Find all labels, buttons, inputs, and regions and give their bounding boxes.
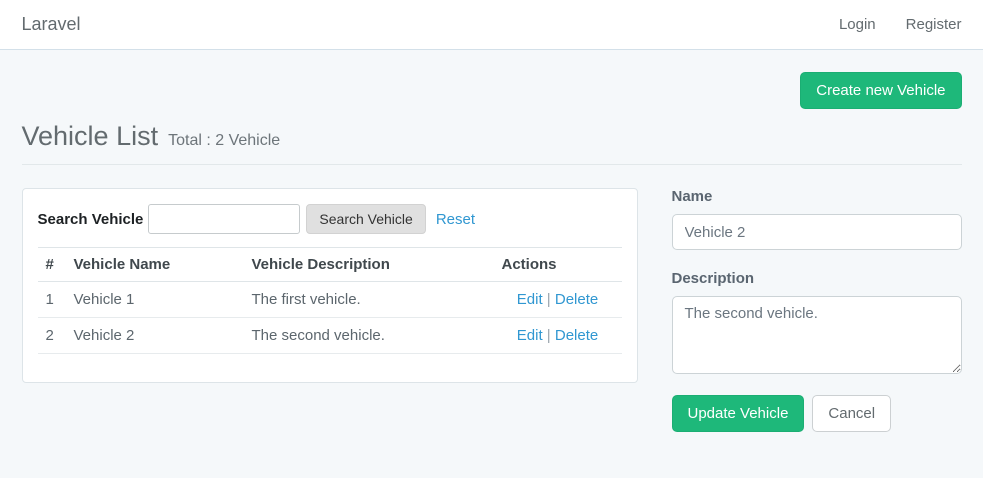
- create-vehicle-button[interactable]: Create new Vehicle: [800, 72, 961, 109]
- search-label: Search Vehicle: [38, 211, 144, 228]
- nav-register-link[interactable]: Register: [906, 16, 962, 33]
- nav-login-link[interactable]: Login: [839, 16, 876, 33]
- header-number: #: [38, 248, 66, 282]
- vehicle-description-cell: The second vehicle.: [244, 318, 494, 354]
- action-separator: |: [547, 327, 551, 344]
- row-number: 2: [38, 318, 66, 354]
- vehicle-table: # Vehicle Name Vehicle Description Actio…: [38, 247, 622, 354]
- page-heading: Vehicle List Total : 2 Vehicle: [22, 121, 962, 152]
- main-content: Create new Vehicle Vehicle List Total : …: [22, 72, 962, 432]
- edit-link[interactable]: Edit: [517, 327, 543, 344]
- heading-divider: [22, 164, 962, 165]
- actions-cell: Edit | Delete: [494, 282, 622, 318]
- delete-link[interactable]: Delete: [555, 327, 598, 344]
- name-field[interactable]: [672, 214, 962, 250]
- table-row: 2 Vehicle 2 The second vehicle. Edit | D…: [38, 318, 622, 354]
- page-title: Vehicle List: [22, 121, 159, 152]
- actions-cell: Edit | Delete: [494, 318, 622, 354]
- search-input[interactable]: [148, 204, 300, 234]
- header-vehicle-description: Vehicle Description: [244, 248, 494, 282]
- header-actions: Actions: [494, 248, 622, 282]
- nav-links: Login Register: [839, 16, 962, 33]
- navbar: Laravel Login Register: [0, 0, 983, 50]
- action-separator: |: [547, 291, 551, 308]
- form-buttons: Update Vehicle Cancel: [672, 395, 962, 432]
- search-form: Search Vehicle Search Vehicle Reset: [38, 204, 622, 234]
- reset-link[interactable]: Reset: [436, 211, 475, 228]
- vehicle-name-cell: Vehicle 1: [66, 282, 244, 318]
- table-row: 1 Vehicle 1 The first vehicle. Edit | De…: [38, 282, 622, 318]
- edit-link[interactable]: Edit: [517, 291, 543, 308]
- delete-link[interactable]: Delete: [555, 291, 598, 308]
- brand-link[interactable]: Laravel: [22, 14, 81, 35]
- header-vehicle-name: Vehicle Name: [66, 248, 244, 282]
- table-header-row: # Vehicle Name Vehicle Description Actio…: [38, 248, 622, 282]
- vehicle-list-panel: Search Vehicle Search Vehicle Reset # Ve…: [22, 188, 638, 383]
- vehicle-description-cell: The first vehicle.: [244, 282, 494, 318]
- row-number: 1: [38, 282, 66, 318]
- description-label: Description: [672, 270, 962, 287]
- search-button[interactable]: Search Vehicle: [306, 204, 425, 234]
- description-field[interactable]: The second vehicle.: [672, 296, 962, 374]
- total-count-text: Total : 2 Vehicle: [168, 132, 280, 150]
- create-button-row: Create new Vehicle: [22, 72, 962, 109]
- vehicle-edit-form: Name Description The second vehicle. Upd…: [672, 188, 962, 432]
- vehicle-name-cell: Vehicle 2: [66, 318, 244, 354]
- name-label: Name: [672, 188, 962, 205]
- cancel-button[interactable]: Cancel: [812, 395, 891, 432]
- update-vehicle-button[interactable]: Update Vehicle: [672, 395, 805, 432]
